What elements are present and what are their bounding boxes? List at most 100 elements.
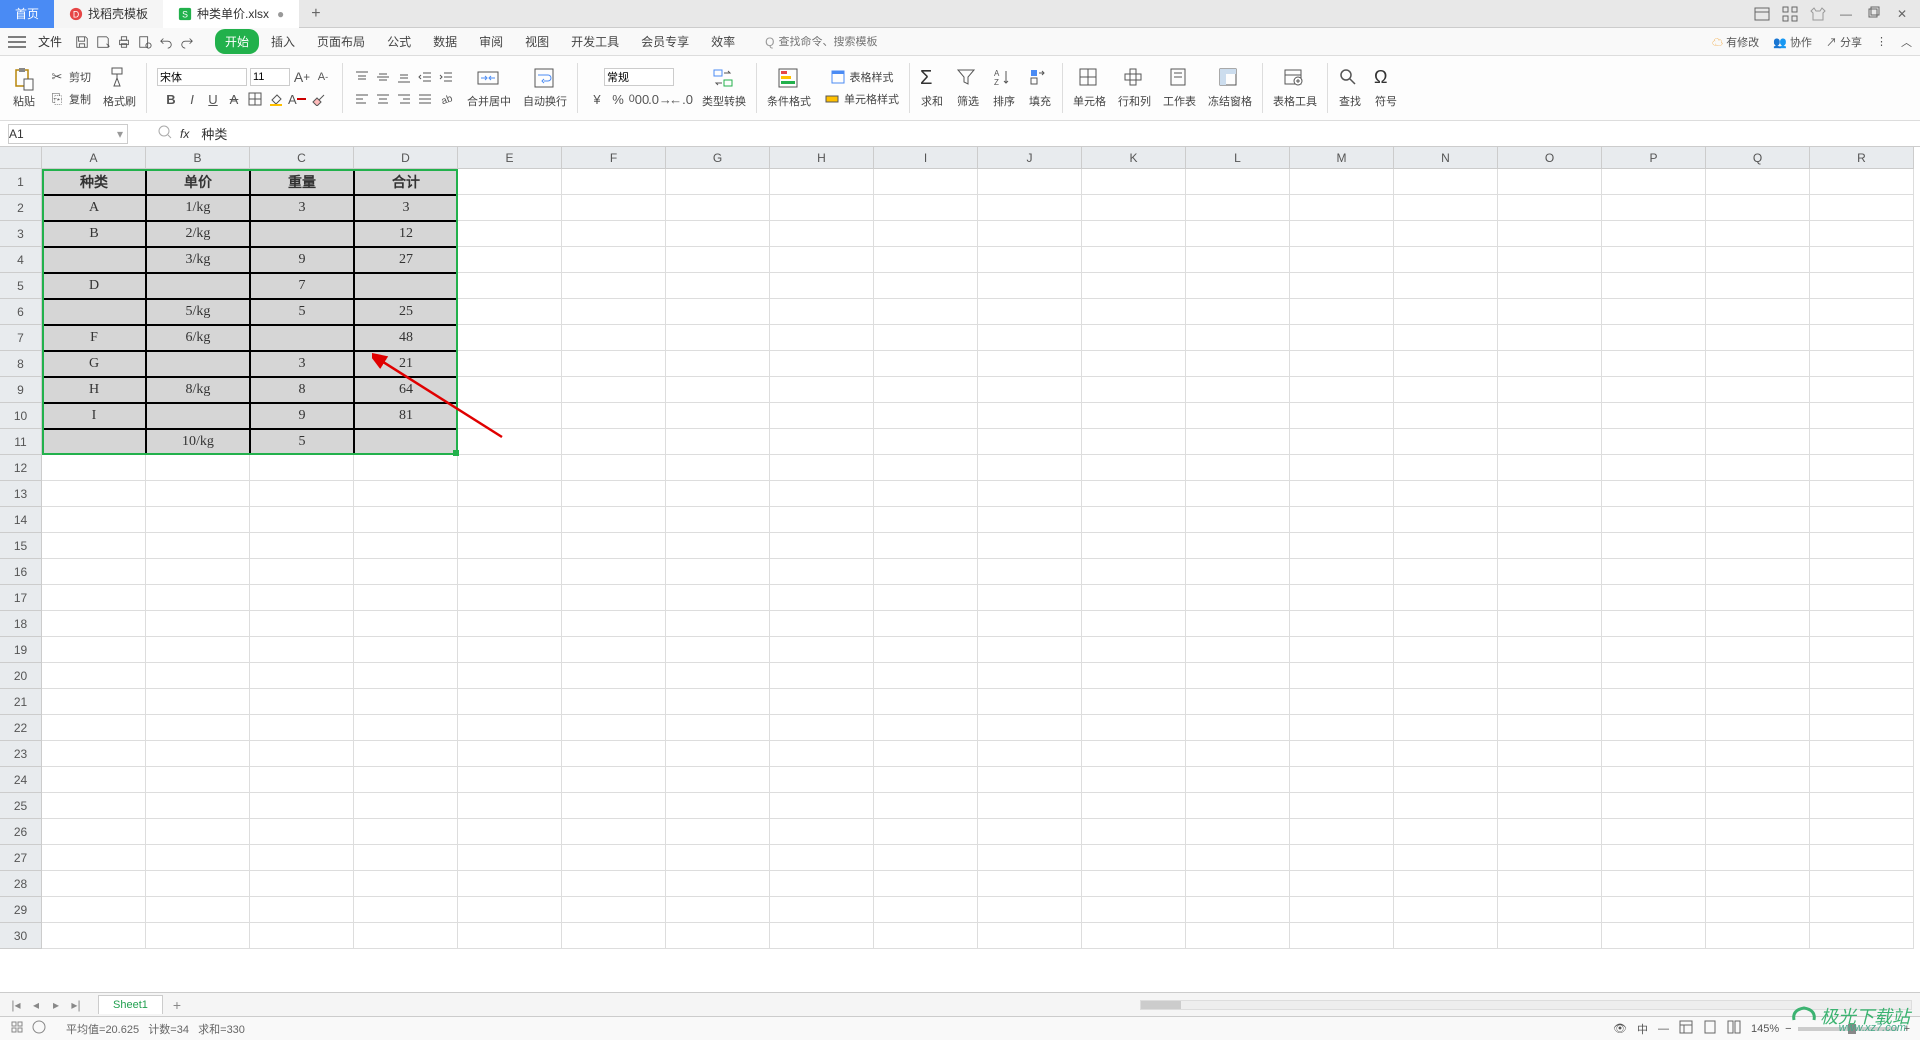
cell-H26[interactable] [770,819,874,845]
cell-P21[interactable] [1602,689,1706,715]
cell-E16[interactable] [458,559,562,585]
cell-N2[interactable] [1394,195,1498,221]
cell-R21[interactable] [1810,689,1914,715]
cell-E13[interactable] [458,481,562,507]
row-header-30[interactable]: 30 [0,923,42,949]
sheet-tab-1[interactable]: Sheet1 [98,995,163,1014]
cell-B3[interactable]: 2/kg [146,221,250,247]
row-header-15[interactable]: 15 [0,533,42,559]
cell-O3[interactable] [1498,221,1602,247]
skin-icon[interactable] [1810,6,1826,22]
cell-N4[interactable] [1394,247,1498,273]
cell-B8[interactable] [146,351,250,377]
cell-I24[interactable] [874,767,978,793]
cell-N6[interactable] [1394,299,1498,325]
cell-J3[interactable] [978,221,1082,247]
cell-G17[interactable] [666,585,770,611]
new-tab-button[interactable]: + [299,5,332,23]
collab-button[interactable]: 👥 协作 [1773,34,1812,50]
col-header-P[interactable]: P [1602,147,1706,169]
cell-J21[interactable] [978,689,1082,715]
cell-J20[interactable] [978,663,1082,689]
align-justify-icon[interactable] [416,90,434,108]
cell-J28[interactable] [978,871,1082,897]
cell-F4[interactable] [562,247,666,273]
cell-C27[interactable] [250,845,354,871]
cell-M22[interactable] [1290,715,1394,741]
cell-A17[interactable] [42,585,146,611]
col-header-B[interactable]: B [146,147,250,169]
cell-E17[interactable] [458,585,562,611]
cell-D19[interactable] [354,637,458,663]
cell-L15[interactable] [1186,533,1290,559]
cell-O15[interactable] [1498,533,1602,559]
cell-H25[interactable] [770,793,874,819]
cells-group[interactable]: 单元格 [1067,58,1112,118]
cell-L23[interactable] [1186,741,1290,767]
cell-E15[interactable] [458,533,562,559]
cell-B21[interactable] [146,689,250,715]
minimize-button[interactable]: — [1838,6,1854,22]
cell-M25[interactable] [1290,793,1394,819]
cell-C10[interactable]: 9 [250,403,354,429]
cell-J10[interactable] [978,403,1082,429]
row-header-12[interactable]: 12 [0,455,42,481]
col-header-M[interactable]: M [1290,147,1394,169]
cell-R9[interactable] [1810,377,1914,403]
cell-H2[interactable] [770,195,874,221]
redo-button[interactable] [177,32,197,52]
cell-N20[interactable] [1394,663,1498,689]
cell-R25[interactable] [1810,793,1914,819]
cell-E3[interactable] [458,221,562,247]
cell-D9[interactable]: 64 [354,377,458,403]
cell-B26[interactable] [146,819,250,845]
cell-N19[interactable] [1394,637,1498,663]
cell-C13[interactable] [250,481,354,507]
cell-O23[interactable] [1498,741,1602,767]
cell-K12[interactable] [1082,455,1186,481]
cell-A9[interactable]: H [42,377,146,403]
font-size-select[interactable] [250,68,290,86]
row-header-11[interactable]: 11 [0,429,42,455]
cell-I19[interactable] [874,637,978,663]
cell-H17[interactable] [770,585,874,611]
cell-J26[interactable] [978,819,1082,845]
row-header-17[interactable]: 17 [0,585,42,611]
cell-P8[interactable] [1602,351,1706,377]
cell-K2[interactable] [1082,195,1186,221]
cell-K7[interactable] [1082,325,1186,351]
cell-Q2[interactable] [1706,195,1810,221]
align-left-icon[interactable] [353,90,371,108]
cell-I5[interactable] [874,273,978,299]
type-convert-group[interactable]: 类型转换 [696,58,752,118]
cell-K10[interactable] [1082,403,1186,429]
close-button[interactable]: ✕ [1894,6,1910,22]
cell-M16[interactable] [1290,559,1394,585]
cell-P23[interactable] [1602,741,1706,767]
cell-A6[interactable] [42,299,146,325]
cell-L2[interactable] [1186,195,1290,221]
cell-M19[interactable] [1290,637,1394,663]
undo-button[interactable] [156,32,176,52]
cell-A18[interactable] [42,611,146,637]
cell-M5[interactable] [1290,273,1394,299]
cell-Q22[interactable] [1706,715,1810,741]
cell-B24[interactable] [146,767,250,793]
cell-Q24[interactable] [1706,767,1810,793]
col-header-I[interactable]: I [874,147,978,169]
cell-C22[interactable] [250,715,354,741]
cell-K23[interactable] [1082,741,1186,767]
cell-C3[interactable] [250,221,354,247]
ribbon-tab-member[interactable]: 会员专享 [631,29,699,54]
print-button[interactable] [114,32,134,52]
cell-R11[interactable] [1810,429,1914,455]
col-header-E[interactable]: E [458,147,562,169]
cell-J16[interactable] [978,559,1082,585]
sum-group[interactable]: Σ求和 [914,58,950,118]
cell-M3[interactable] [1290,221,1394,247]
cell-A29[interactable] [42,897,146,923]
cell-H9[interactable] [770,377,874,403]
cell-O19[interactable] [1498,637,1602,663]
fill-group[interactable]: 填充 [1022,58,1058,118]
cell-style-icon[interactable] [823,90,841,108]
